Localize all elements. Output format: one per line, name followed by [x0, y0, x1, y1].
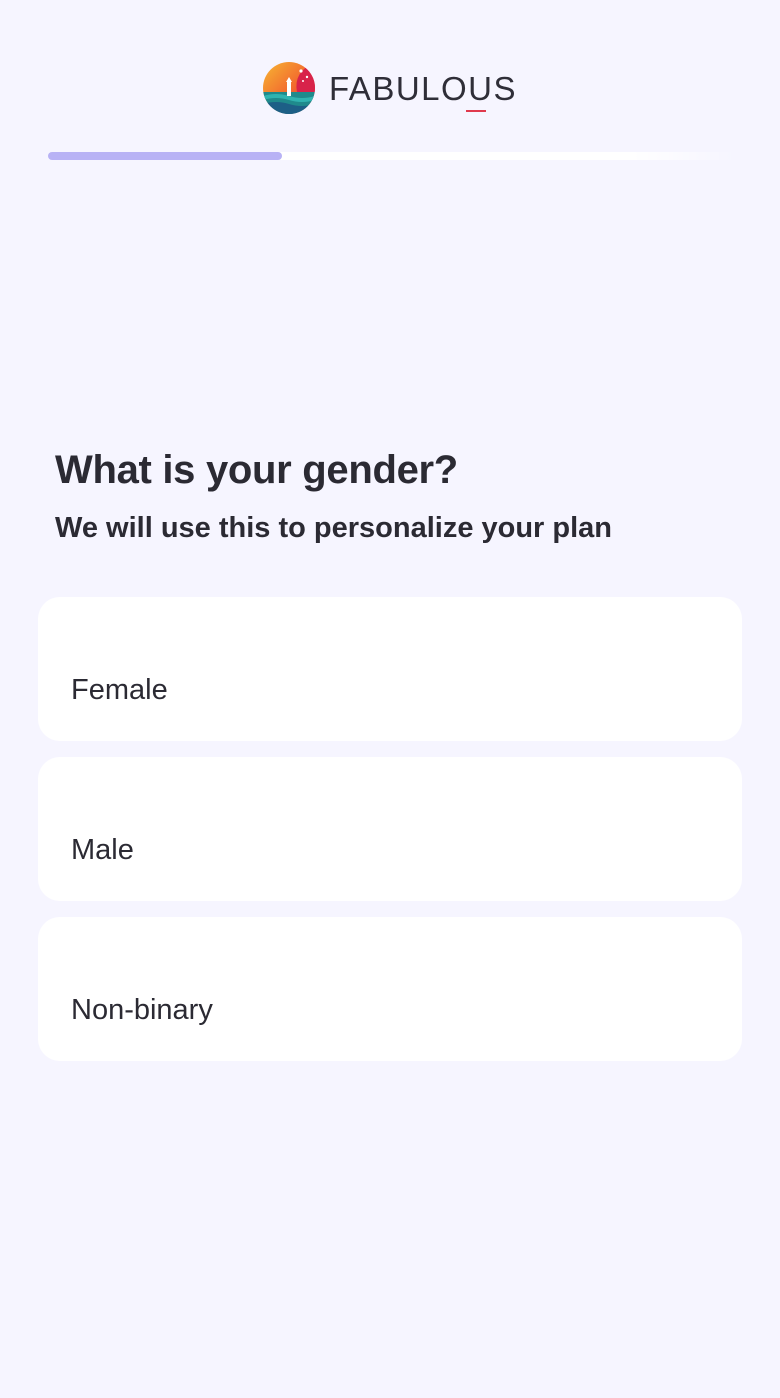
brand-accent-underline	[465, 109, 486, 112]
option-label: Male	[71, 834, 134, 866]
question-title: What is your gender?	[55, 448, 458, 492]
option-male[interactable]: Male	[38, 757, 742, 901]
option-label: Female	[71, 674, 168, 706]
progress-bar-fill	[48, 152, 282, 160]
option-label: Non-binary	[71, 994, 213, 1026]
brand-name: FABULOUS	[328, 69, 518, 107]
app-header: FABULOUS	[0, 60, 780, 116]
progress-bar	[48, 152, 736, 160]
brand-wordmark: FABULOUS	[328, 69, 518, 112]
option-female[interactable]: Female	[38, 597, 742, 741]
fabulous-logo-icon	[262, 62, 315, 114]
question-subtitle: We will use this to personalize your pla…	[55, 512, 613, 544]
option-non-binary[interactable]: Non-binary	[38, 917, 742, 1061]
